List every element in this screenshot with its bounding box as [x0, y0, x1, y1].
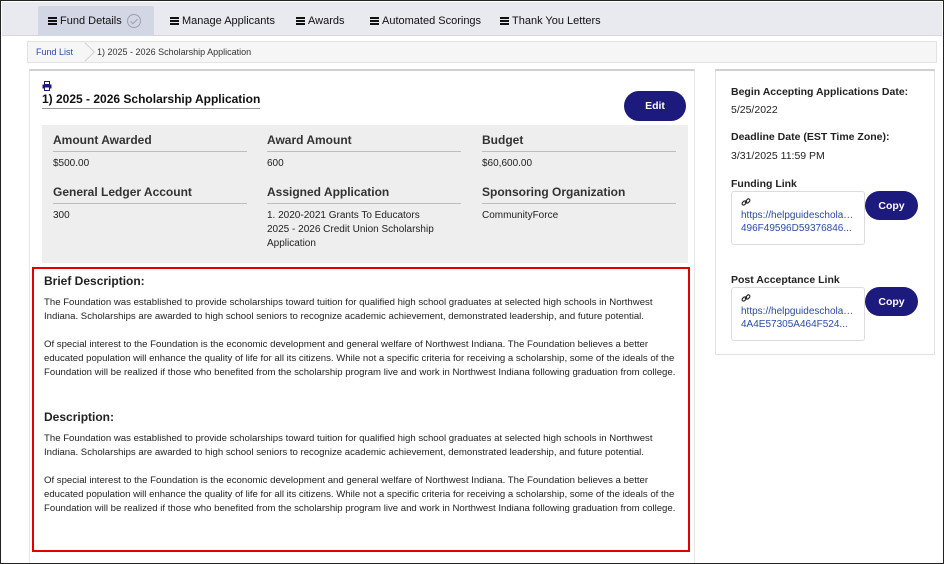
field-value: 600	[267, 158, 284, 169]
field-label: Budget	[482, 133, 676, 152]
copy-post-acceptance-link-button[interactable]: Copy	[865, 287, 918, 316]
brief-description-title: Brief Description:	[44, 274, 145, 288]
menu-icon	[370, 17, 379, 25]
print-icon[interactable]	[42, 81, 52, 91]
field-gl-account: General Ledger Account 300	[53, 185, 247, 223]
field-value: 1. 2020-2021 Grants To Educators 2025 - …	[267, 209, 461, 251]
tab-awards[interactable]: Awards	[286, 6, 354, 36]
begin-date-label: Begin Accepting Applications Date:	[731, 86, 909, 98]
edit-button[interactable]: Edit	[624, 91, 686, 121]
breadcrumb-fund-list[interactable]: Fund List	[28, 47, 81, 57]
description-section: Brief Description: The Foundation was es…	[32, 267, 690, 552]
fund-details-card: 1) 2025 - 2026 Scholarship Application E…	[29, 69, 695, 563]
deadline-label: Deadline Date (EST Time Zone):	[731, 131, 890, 143]
post-acceptance-link-box[interactable]: https://helpguidescholarship... 4A4E5730…	[731, 287, 865, 341]
assigned-application-line: Application	[267, 238, 316, 249]
funding-link-url[interactable]: 496F49596D59376846...	[741, 222, 855, 235]
brief-description-paragraph: Of special interest to the Foundation is…	[44, 339, 676, 378]
check-circle-icon	[126, 14, 141, 28]
field-amount-awarded: Amount Awarded $500.00	[53, 133, 247, 171]
link-icon	[741, 198, 751, 206]
tab-thank-you-letters[interactable]: Thank You Letters	[490, 6, 611, 36]
brief-description-paragraph: The Foundation was established to provid…	[44, 297, 653, 322]
tab-label: Thank You Letters	[512, 15, 601, 27]
field-value: 300	[53, 210, 70, 221]
field-value: $500.00	[53, 158, 90, 169]
field-label: Sponsoring Organization	[482, 185, 676, 204]
field-label: General Ledger Account	[53, 185, 247, 204]
tab-label: Automated Scorings	[382, 15, 482, 27]
link-icon	[741, 294, 751, 302]
breadcrumb-separator	[81, 42, 91, 62]
funding-link-box[interactable]: https://helpguidescholarship... 496F4959…	[731, 191, 865, 245]
copy-funding-link-button[interactable]: Copy	[865, 191, 918, 220]
tab-label: Awards	[308, 15, 345, 27]
post-acceptance-link-url[interactable]: https://helpguidescholarship...	[741, 305, 855, 318]
field-sponsoring-organization: Sponsoring Organization CommunityForce	[482, 185, 676, 223]
field-label: Amount Awarded	[53, 133, 247, 152]
tab-label: Manage Applicants	[182, 15, 275, 27]
tab-manage-applicants[interactable]: Manage Applicants	[160, 6, 285, 36]
tab-automated-scorings[interactable]: Automated Scorings	[360, 6, 491, 36]
field-value: $60,600.00	[482, 158, 533, 169]
page-title: 1) 2025 - 2026 Scholarship Application	[42, 92, 261, 109]
tab-label: Fund Details	[60, 15, 122, 27]
assigned-application-line: 2025 - 2026 Credit Union Scholarship	[267, 224, 434, 235]
fund-sidebar: Begin Accepting Applications Date: 5/25/…	[715, 69, 935, 355]
menu-icon	[170, 17, 179, 25]
breadcrumb-current: 1) 2025 - 2026 Scholarship Application	[97, 47, 252, 57]
begin-date-value: 5/25/2022	[731, 104, 778, 116]
menu-icon	[296, 17, 305, 25]
field-label: Assigned Application	[267, 185, 461, 204]
menu-icon	[500, 17, 509, 25]
breadcrumb: Fund List 1) 2025 - 2026 Scholarship App…	[27, 41, 937, 63]
tab-fund-details[interactable]: Fund Details	[38, 6, 154, 36]
post-acceptance-link-url[interactable]: 4A4E57305A464F524...	[741, 318, 855, 331]
assigned-application-line: 1. 2020-2021 Grants To Educators	[267, 210, 420, 221]
description-paragraph: The Foundation was established to provid…	[44, 433, 653, 458]
description-paragraph: Of special interest to the Foundation is…	[44, 475, 676, 514]
funding-link-url[interactable]: https://helpguidescholarship...	[741, 209, 855, 222]
funding-link-label: Funding Link	[731, 178, 797, 190]
deadline-value: 3/31/2025 11:59 PM	[731, 150, 825, 162]
menu-icon	[48, 17, 57, 25]
field-label: Award Amount	[267, 133, 461, 152]
tab-bar: Fund Details Manage Applicants Awards Au…	[2, 2, 942, 36]
field-value: CommunityForce	[482, 210, 559, 221]
field-budget: Budget $60,600.00	[482, 133, 676, 171]
field-assigned-application: Assigned Application 1. 2020-2021 Grants…	[267, 185, 461, 251]
post-acceptance-link-label: Post Acceptance Link	[731, 274, 840, 286]
description-title: Description:	[44, 410, 115, 424]
fund-info-grid: Amount Awarded $500.00 Award Amount 600 …	[42, 125, 688, 263]
app-window: Fund Details Manage Applicants Awards Au…	[0, 0, 944, 564]
field-award-amount: Award Amount 600	[267, 133, 461, 171]
